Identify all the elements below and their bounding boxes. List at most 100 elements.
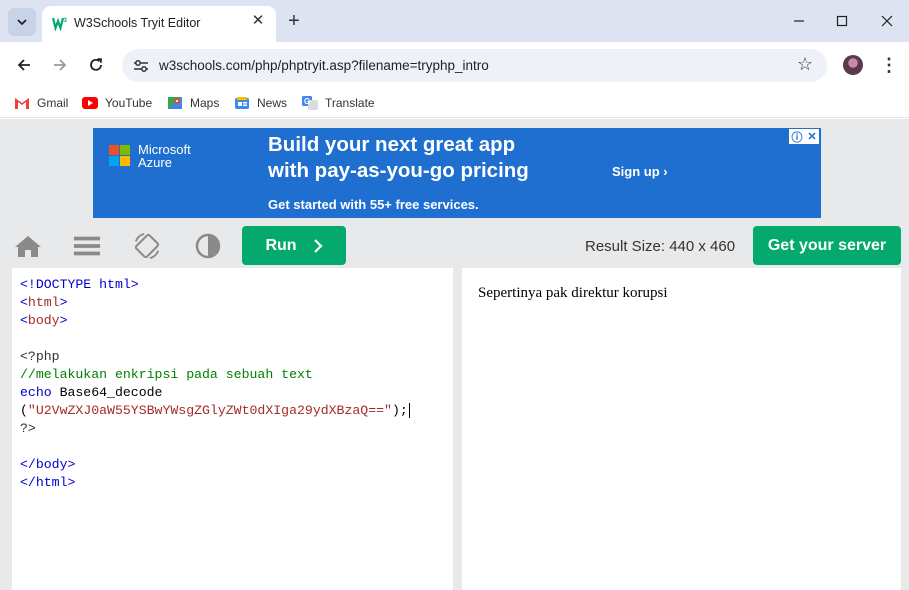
hamburger-menu-icon: [73, 236, 101, 256]
browser-tab[interactable]: 3 W3Schools Tryit Editor ✕: [42, 6, 276, 42]
site-settings-icon[interactable]: [132, 57, 150, 75]
ad-close-icon[interactable]: ✕: [807, 130, 816, 143]
code-token: echo: [20, 385, 52, 400]
close-icon: [881, 15, 893, 27]
code-token: //melakukan enkripsi pada sebuah text: [20, 367, 313, 382]
close-window-button[interactable]: [872, 8, 902, 34]
ad-brand-line2: Azure: [138, 155, 172, 170]
news-icon: [235, 97, 249, 109]
bookmark-label: News: [257, 96, 288, 110]
code-token: );: [391, 403, 408, 418]
code-token: html: [27, 295, 60, 310]
back-button[interactable]: [11, 52, 37, 78]
code-token: <?php: [20, 349, 60, 364]
browser-tab-bar: 3 W3Schools Tryit Editor ✕ +: [0, 0, 909, 42]
editor-toolbar: Run Result Size: 440 x 460 Get your serv…: [0, 221, 909, 268]
code-line: <body>: [20, 313, 68, 328]
code-editor[interactable]: <!DOCTYPE html> <html> <body> <?php //melak…: [12, 268, 453, 590]
code-line: ("U2VwZXJ0aW55YSBwYWsgZGlyZWt0dXIga29ydX…: [20, 402, 410, 420]
panel-divider[interactable]: [453, 268, 462, 590]
bookmark-label: Translate: [325, 96, 375, 110]
result-output-text: Sepertinya pak direktur korupsi: [478, 285, 668, 301]
minimize-button[interactable]: [784, 8, 814, 34]
home-button[interactable]: [14, 232, 42, 260]
code-token: "U2VwZXJ0aW55YSBwYWsgZGlyZWt0dXIga29ydXB…: [27, 403, 392, 418]
reload-button[interactable]: [83, 52, 109, 78]
ad-headline-line1: Build your next great app: [268, 133, 516, 156]
w3schools-favicon-icon: 3: [51, 15, 68, 32]
result-frame: Sepertinya pak direktur korupsi: [462, 268, 901, 590]
rotate-layout-button[interactable]: [133, 232, 161, 260]
code-line: <?php: [20, 348, 410, 366]
svg-text:3: 3: [64, 18, 68, 24]
bookmark-gmail[interactable]: Gmail: [14, 94, 68, 112]
code-line: <!DOCTYPE html>: [20, 276, 410, 294]
gmail-icon: [15, 98, 29, 109]
code-line: ?>: [20, 420, 410, 438]
address-bar[interactable]: w3schools.com/php/phptryit.asp?filename=…: [122, 49, 827, 82]
theme-toggle-button[interactable]: [194, 232, 222, 260]
ad-headline-line2: with pay-as-you-go pricing: [268, 159, 529, 182]
code-line: //melakukan enkripsi pada sebuah text: [20, 366, 410, 384]
bookmark-youtube[interactable]: YouTube: [82, 94, 152, 112]
result-size-label: Result Size: 440 x 460: [585, 238, 736, 255]
chevron-down-icon: [17, 19, 27, 26]
code-token: /html: [27, 475, 68, 490]
code-line: </body>: [20, 457, 76, 472]
translate-icon: G: [302, 96, 318, 110]
svg-text:G: G: [304, 97, 310, 106]
bookmark-label: YouTube: [105, 96, 153, 110]
minimize-icon: [794, 20, 804, 22]
maximize-button[interactable]: [827, 8, 857, 34]
bookmark-maps[interactable]: Maps: [167, 94, 219, 112]
run-button[interactable]: Run: [242, 226, 346, 265]
code-line: </html>: [20, 475, 76, 490]
ad-choices[interactable]: ⓘ ✕: [789, 129, 819, 144]
arrow-right-icon: [54, 59, 67, 71]
bookmark-label: Gmail: [37, 96, 69, 110]
chevron-right-icon: [313, 238, 323, 253]
page-edge: [901, 268, 909, 590]
microsoft-logo-icon: [109, 145, 131, 167]
code-token: <!DOCTYPE html>: [20, 277, 139, 292]
menu-button[interactable]: [73, 232, 101, 260]
bookmark-star-icon[interactable]: ☆: [797, 54, 813, 75]
rotate-layout-icon: [134, 232, 160, 260]
bookmarks-bar: Gmail YouTube Maps News G Translate: [0, 88, 909, 118]
code-content[interactable]: <!DOCTYPE html> <html> <body> <?php //melak…: [20, 276, 410, 492]
bookmark-translate[interactable]: G Translate: [302, 94, 375, 112]
ad-brand: Microsoft Azure: [138, 143, 191, 169]
ad-headline: Build your next great app with pay-as-yo…: [268, 132, 529, 184]
bookmark-news[interactable]: News: [234, 94, 287, 112]
code-token: body: [27, 313, 60, 328]
forward-button[interactable]: [47, 52, 73, 78]
browser-toolbar: w3schools.com/php/phptryit.asp?filename=…: [0, 42, 909, 88]
adchoices-info-icon[interactable]: ⓘ: [791, 129, 802, 145]
code-line: echo Base64_decode: [20, 384, 410, 402]
home-icon: [15, 236, 41, 257]
code-line: <html>: [20, 295, 68, 310]
url-text: w3schools.com/php/phptryit.asp?filename=…: [159, 58, 489, 73]
contrast-icon: [195, 233, 221, 259]
menu-kebab-icon[interactable]: ⋮: [880, 54, 898, 76]
code-token: (: [20, 403, 28, 418]
run-button-label: Run: [265, 236, 297, 254]
code-token: ?>: [20, 421, 36, 436]
maps-icon: [168, 97, 182, 109]
code-token: Base64_decode: [51, 385, 163, 400]
ad-signup-link[interactable]: Sign up ›: [612, 164, 668, 179]
profile-avatar[interactable]: [843, 55, 863, 75]
get-your-server-button[interactable]: Get your server: [753, 226, 901, 265]
youtube-icon: [82, 97, 98, 109]
close-tab-icon[interactable]: ✕: [248, 11, 268, 31]
azure-ad-banner[interactable]: Microsoft Azure Build your next great ap…: [93, 128, 821, 218]
new-tab-button[interactable]: +: [283, 9, 305, 33]
maximize-icon: [836, 15, 848, 27]
text-cursor: [408, 403, 410, 418]
tab-search-button[interactable]: [8, 8, 36, 36]
ad-subtext: Get started with 55+ free services.: [268, 197, 479, 212]
tab-title: W3Schools Tryit Editor: [74, 16, 201, 30]
code-token: /body: [27, 457, 68, 472]
